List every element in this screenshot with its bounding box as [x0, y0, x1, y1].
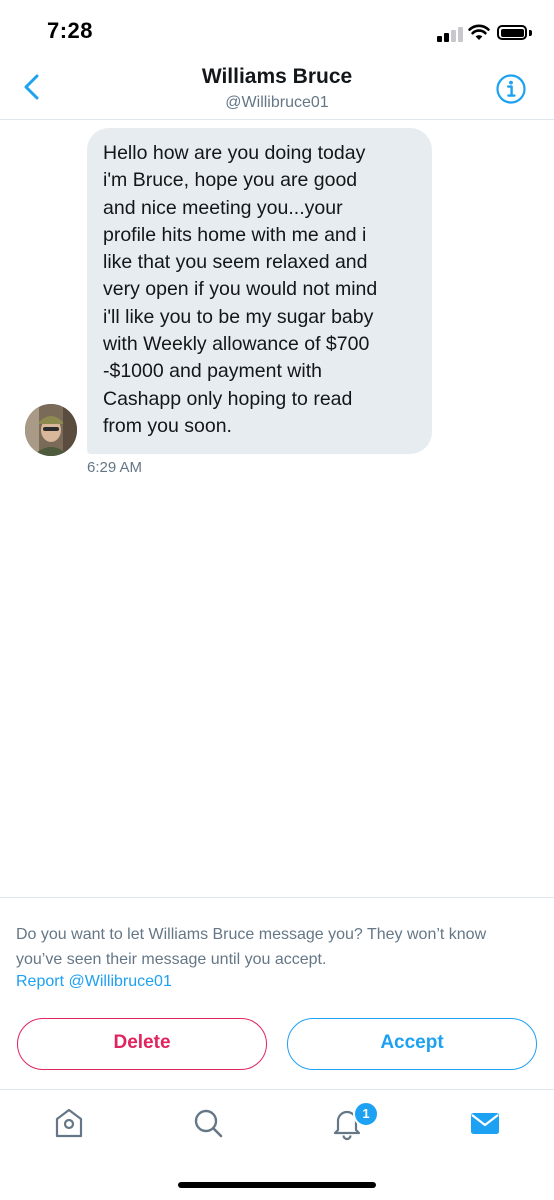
- contact-name: Williams Bruce: [201, 65, 353, 88]
- wifi-icon: [468, 24, 490, 40]
- message-timestamp: 6:29 AM: [87, 459, 143, 476]
- info-icon[interactable]: [495, 73, 527, 105]
- status-bar: 7:28: [0, 0, 554, 60]
- delete-button[interactable]: Delete: [17, 1018, 267, 1070]
- avatar-photo: [25, 404, 77, 456]
- message-request-panel: Do you want to let Williams Bruce messag…: [0, 897, 554, 1090]
- conversation-header: Williams Bruce @Willibruce01: [0, 55, 554, 120]
- search-icon[interactable]: [190, 1105, 226, 1141]
- status-time: 7:28: [47, 18, 94, 43]
- sender-avatar[interactable]: [25, 404, 77, 456]
- battery-icon: [497, 25, 527, 40]
- notifications-badge: 1: [353, 1101, 379, 1127]
- request-prompt: Do you want to let Williams Bruce messag…: [16, 926, 487, 968]
- report-link[interactable]: Report @Willibruce01: [16, 973, 172, 991]
- battery-tip: [529, 30, 532, 36]
- accept-button[interactable]: Accept: [287, 1018, 537, 1070]
- home-icon[interactable]: [51, 1105, 87, 1141]
- message-bubble[interactable]: Hello how are you doing today i'm Bruce,…: [87, 128, 432, 454]
- message-text: Hello how are you doing today i'm Bruce,…: [103, 142, 378, 437]
- messages-icon[interactable]: [467, 1105, 503, 1141]
- cellular-signal-icon: [437, 26, 465, 42]
- contact-handle: @Willibruce01: [225, 94, 329, 111]
- home-indicator[interactable]: [178, 1182, 376, 1188]
